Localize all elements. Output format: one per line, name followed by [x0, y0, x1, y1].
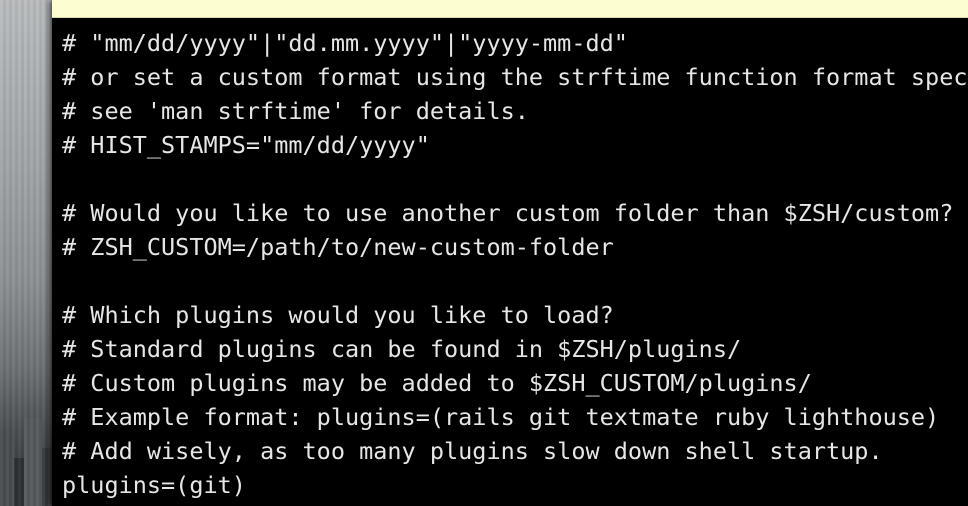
terminal-line: # Custom plugins may be added to $ZSH_CU…	[62, 369, 812, 397]
terminal-line: # Would you like to use another custom f…	[62, 199, 954, 227]
terminal-line: # "mm/dd/yyyy"|"dd.mm.yyyy"|"yyyy-mm-dd"	[62, 29, 628, 57]
notice-bar	[52, 0, 968, 18]
terminal-line: # Which plugins would you like to load?	[62, 301, 614, 329]
terminal-line: # Standard plugins can be found in $ZSH/…	[62, 335, 742, 363]
terminal-line: plugins=(git)	[62, 471, 246, 499]
terminal-line: # ZSH_CUSTOM=/path/to/new-custom-folder	[62, 233, 614, 261]
terminal-text-area[interactable]: # "mm/dd/yyyy"|"dd.mm.yyyy"|"yyyy-mm-dd"…	[62, 26, 968, 502]
terminal-window[interactable]: # "mm/dd/yyyy"|"dd.mm.yyyy"|"yyyy-mm-dd"…	[52, 0, 968, 506]
terminal-line: # or set a custom format using the strft…	[62, 63, 968, 91]
terminal-line: # Example format: plugins=(rails git tex…	[62, 403, 940, 431]
terminal-line: # Add wisely, as too many plugins slow d…	[62, 437, 883, 465]
desktop-wallpaper	[0, 0, 52, 506]
terminal-line: # see 'man strftime' for details.	[62, 97, 529, 125]
wallpaper-texture	[0, 0, 52, 506]
terminal-line: # HIST_STAMPS="mm/dd/yyyy"	[62, 131, 430, 159]
